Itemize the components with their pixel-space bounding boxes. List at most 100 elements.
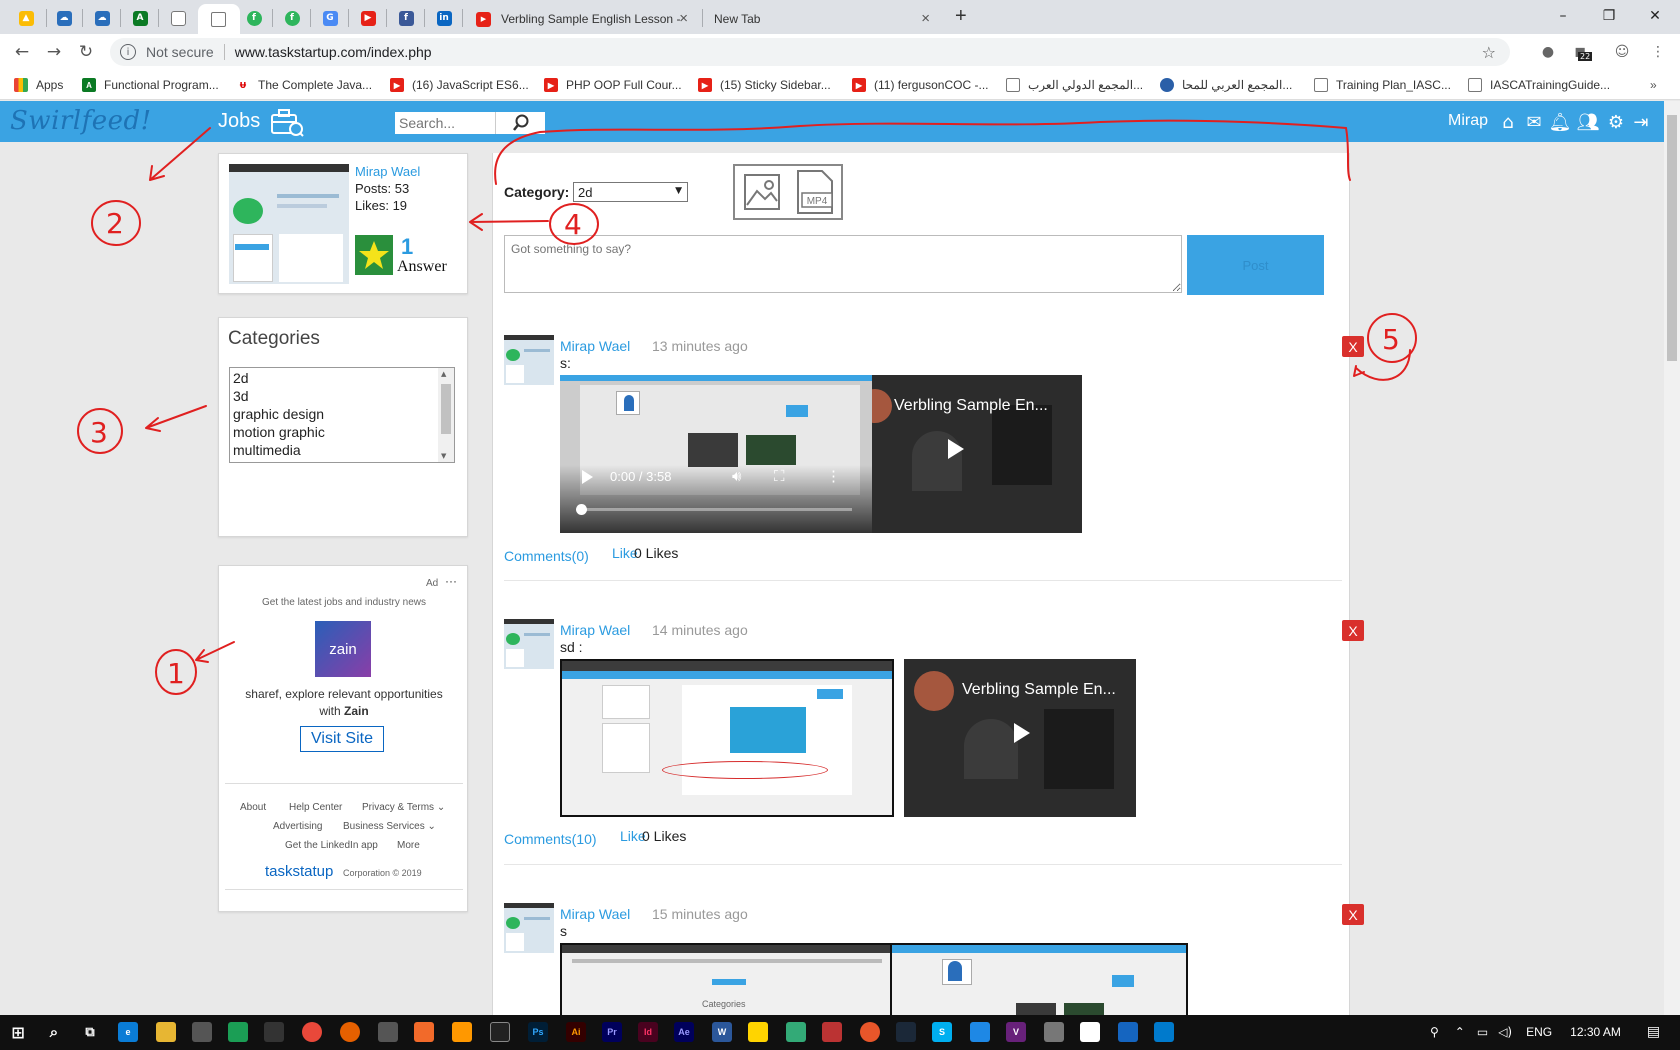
- firefox-icon[interactable]: [340, 1022, 360, 1042]
- search-icon[interactable]: ⌕: [44, 1022, 64, 1042]
- edge-icon[interactable]: e: [118, 1022, 138, 1042]
- delete-post-button[interactable]: X: [1342, 904, 1364, 925]
- category-option[interactable]: graphic design: [233, 406, 324, 422]
- play-icon[interactable]: [582, 470, 593, 484]
- video-player[interactable]: 0:00 / 3:58 🔊︎ ⛶ ⋮: [560, 375, 872, 533]
- clock[interactable]: 12:30 AM: [1570, 1025, 1621, 1039]
- word-icon[interactable]: W: [712, 1022, 732, 1042]
- visual-studio-icon[interactable]: V: [1006, 1022, 1026, 1042]
- post-textarea[interactable]: [504, 235, 1182, 293]
- bookmark-star-icon[interactable]: ☆: [1482, 43, 1496, 62]
- friend-requests-icon[interactable]: 👥︎: [1577, 111, 1600, 133]
- bookmark-item[interactable]: المجمع العربي للمحا...: [1160, 76, 1292, 94]
- post-author-avatar[interactable]: [504, 619, 554, 669]
- after-effects-icon[interactable]: Ae: [674, 1022, 694, 1042]
- video-progress-bar[interactable]: [580, 508, 852, 511]
- network-icon[interactable]: ▭: [1477, 1025, 1488, 1039]
- maps-icon[interactable]: [264, 1022, 284, 1042]
- post-author-link[interactable]: Mirap Wael: [560, 338, 630, 354]
- jobs-briefcase-icon[interactable]: [270, 107, 304, 137]
- store-icon[interactable]: [192, 1022, 212, 1042]
- tab-cloud-2[interactable]: ☁: [84, 6, 120, 30]
- listbox-scroll-thumb[interactable]: [441, 384, 451, 434]
- premiere-icon[interactable]: Pr: [602, 1022, 622, 1042]
- zain-logo[interactable]: zain: [315, 621, 371, 677]
- bookmark-apps[interactable]: Apps: [14, 76, 63, 94]
- mp4-file-icon[interactable]: MP4: [794, 169, 836, 215]
- bookmark-item[interactable]: IASCATrainingGuide...: [1468, 76, 1610, 94]
- post-author-avatar[interactable]: [504, 903, 554, 953]
- profile-avatar[interactable]: ☺: [1612, 42, 1632, 62]
- category-option[interactable]: motion graphic: [233, 424, 325, 440]
- ad-menu-icon[interactable]: ···: [445, 574, 457, 588]
- app-icon[interactable]: [378, 1022, 398, 1042]
- image-icon[interactable]: [741, 171, 783, 213]
- bookmark-item[interactable]: A Functional Program...: [82, 76, 219, 94]
- bookmark-item[interactable]: ᵾ The Complete Java...: [236, 76, 372, 94]
- messages-icon[interactable]: ✉: [1523, 111, 1545, 133]
- page-scrollbar[interactable]: [1664, 101, 1680, 1015]
- tab-linkedin[interactable]: in: [426, 6, 462, 30]
- forward-icon[interactable]: →: [42, 40, 66, 64]
- visit-site-button[interactable]: Visit Site: [300, 726, 384, 752]
- settings-gear-icon[interactable]: ⚙: [1605, 111, 1627, 133]
- volume-icon[interactable]: ◁): [1498, 1025, 1512, 1039]
- vscode-icon[interactable]: [1154, 1022, 1174, 1042]
- new-tab-button[interactable]: +: [955, 5, 967, 28]
- youtube-embed[interactable]: Verbling Sample En...: [904, 659, 1136, 817]
- bookmark-item[interactable]: ▶ (16) JavaScript ES6...: [390, 76, 529, 94]
- category-select[interactable]: 2d ▼: [573, 182, 688, 202]
- post-author-link[interactable]: Mirap Wael: [560, 906, 630, 922]
- illustrator-icon[interactable]: Ai: [566, 1022, 586, 1042]
- app-icon[interactable]: [490, 1022, 510, 1042]
- tab-verbling[interactable]: ▶ Verbling Sample English Lesson - ×: [466, 4, 698, 34]
- bookmarks-overflow-icon[interactable]: »: [1650, 76, 1657, 94]
- app-icon[interactable]: [822, 1022, 842, 1042]
- category-option[interactable]: 2d: [233, 370, 249, 386]
- close-tab-icon[interactable]: ×: [679, 10, 688, 27]
- indesign-icon[interactable]: Id: [638, 1022, 658, 1042]
- bookmark-item[interactable]: المجمع الدولي العرب...: [1006, 76, 1143, 94]
- app-icon[interactable]: [970, 1022, 990, 1042]
- ad-footer-link[interactable]: Help Center: [289, 802, 342, 813]
- ad-footer-link[interactable]: Advertising: [273, 821, 322, 832]
- tab-upwork[interactable]: f: [236, 6, 272, 30]
- scroll-up-icon[interactable]: ▲: [441, 370, 446, 378]
- tab-document[interactable]: [160, 6, 196, 30]
- site-logo[interactable]: Swirlfeed!: [10, 106, 152, 136]
- post-author-avatar[interactable]: [504, 335, 554, 385]
- app-icon[interactable]: [1044, 1022, 1064, 1042]
- ad-footer-link[interactable]: Business Services ⌄: [343, 821, 436, 832]
- notifications-icon[interactable]: ▤: [1647, 1024, 1660, 1040]
- ad-footer-link[interactable]: Get the LinkedIn app: [285, 840, 378, 851]
- more-options-icon[interactable]: ⋮: [826, 467, 841, 485]
- search-button[interactable]: [495, 112, 545, 134]
- security-icon[interactable]: [228, 1022, 248, 1042]
- category-option[interactable]: 3d: [233, 388, 249, 404]
- file-explorer-icon[interactable]: [156, 1022, 176, 1042]
- sublime-text-icon[interactable]: [452, 1022, 472, 1042]
- language-indicator[interactable]: ENG: [1526, 1025, 1552, 1039]
- menu-icon[interactable]: ⋮: [1648, 42, 1668, 62]
- logout-icon[interactable]: ⇥: [1630, 111, 1652, 133]
- post-button[interactable]: Post: [1187, 235, 1324, 295]
- post-image[interactable]: Categories: [560, 943, 894, 1018]
- fullscreen-icon[interactable]: ⛶: [774, 467, 785, 485]
- bookmark-item[interactable]: ▶ (15) Sticky Sidebar...: [698, 76, 831, 94]
- tab-youtube[interactable]: ▶: [350, 6, 386, 30]
- app-icon[interactable]: [414, 1022, 434, 1042]
- volume-icon[interactable]: 🔊︎: [732, 467, 741, 485]
- home-icon[interactable]: ⌂: [1497, 111, 1519, 133]
- delete-post-button[interactable]: X: [1342, 336, 1364, 357]
- listbox-scrollbar[interactable]: ▲ ▼: [438, 368, 454, 462]
- jobs-link[interactable]: Jobs: [218, 110, 260, 133]
- comments-link[interactable]: Comments(0): [504, 548, 589, 564]
- ad-footer-link[interactable]: Privacy & Terms ⌄: [362, 802, 445, 813]
- profile-name-link[interactable]: Mirap Wael: [355, 164, 420, 179]
- photoshop-icon[interactable]: Ps: [528, 1022, 548, 1042]
- post-image[interactable]: [890, 943, 1188, 1018]
- ad-footer-link[interactable]: About: [240, 802, 266, 813]
- address-bar[interactable]: i Not secure www.taskstartup.com/index.p…: [110, 38, 1510, 66]
- extension-icon[interactable]: ◼ 22: [1570, 42, 1593, 62]
- tab-facebook[interactable]: f: [388, 6, 424, 30]
